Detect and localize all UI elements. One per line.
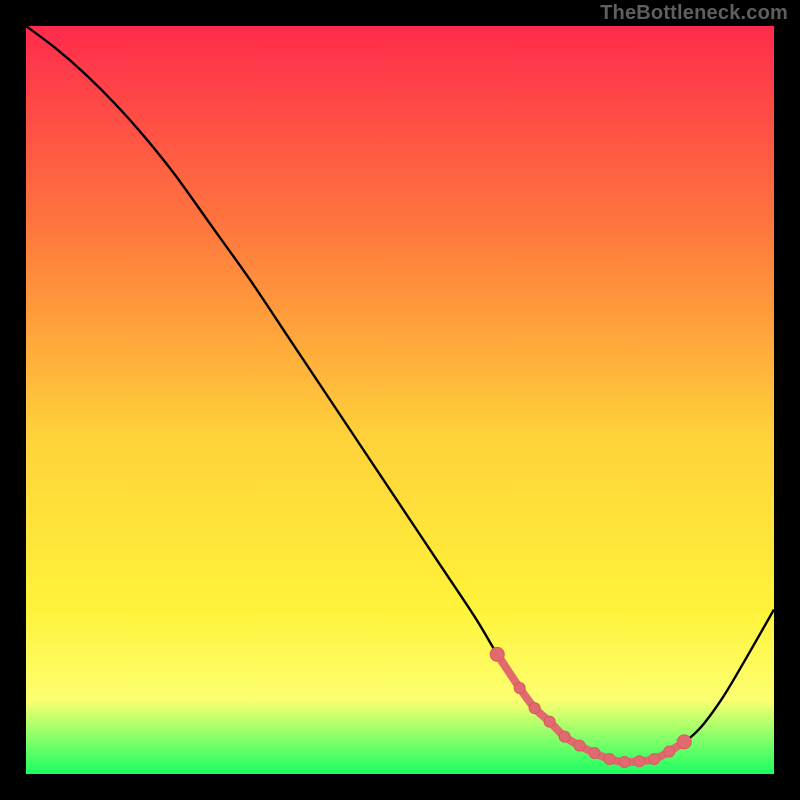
optimal-range-marker	[490, 647, 504, 661]
optimal-range-marker	[604, 754, 615, 765]
optimal-range-marker	[619, 757, 630, 768]
optimal-range-marker	[559, 731, 570, 742]
watermark-text: TheBottleneck.com	[600, 2, 788, 25]
optimal-range-marker	[649, 754, 660, 765]
optimal-range-marker	[514, 682, 525, 693]
optimal-range-marker	[574, 740, 585, 751]
optimal-range-marker	[544, 716, 555, 727]
optimal-range-marker	[664, 746, 675, 757]
gradient-background	[26, 26, 774, 774]
plot-area	[26, 26, 774, 774]
optimal-range-marker	[634, 756, 645, 767]
chart-svg	[26, 26, 774, 774]
chart-frame: TheBottleneck.com	[0, 0, 800, 800]
optimal-range-marker	[677, 735, 691, 749]
optimal-range-marker	[589, 748, 600, 759]
optimal-range-marker	[529, 703, 540, 714]
